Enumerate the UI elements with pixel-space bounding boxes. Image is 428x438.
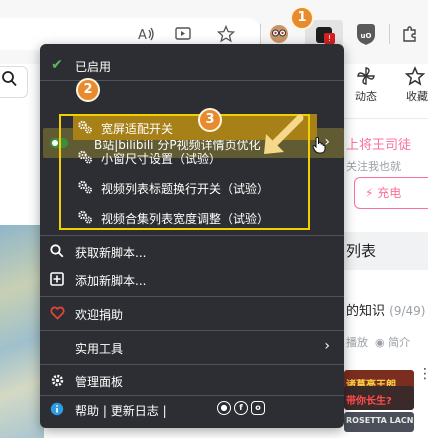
github-icon[interactable]: ● bbox=[217, 401, 231, 415]
intro-label: 简介 bbox=[388, 336, 411, 349]
collection-count: (9/49) bbox=[389, 304, 426, 318]
plus-square-icon bbox=[49, 271, 65, 287]
footer-separator: | bbox=[162, 404, 167, 418]
play-label: 播放 bbox=[346, 336, 368, 349]
uploader-name[interactable]: 上将王司徒 bbox=[346, 134, 411, 153]
more-options-icon[interactable]: ⋮ bbox=[418, 366, 428, 382]
thumbnail-caption: ROSETTA LACN bbox=[346, 416, 414, 425]
dashboard-item[interactable]: 管理面板 bbox=[40, 366, 344, 394]
callout-badge-1: 1 bbox=[290, 6, 314, 30]
changelog-link[interactable]: 更新日志 bbox=[111, 404, 159, 418]
utilities-item[interactable]: 实用工具 › bbox=[40, 333, 344, 361]
chevron-right-icon: › bbox=[324, 338, 330, 354]
avatar-extension-icon[interactable] bbox=[267, 22, 291, 46]
lightning-icon: ⚡ bbox=[365, 186, 374, 200]
thumbnail-caption: 带你长生? bbox=[346, 396, 392, 407]
hand-cursor-icon bbox=[312, 136, 326, 154]
enabled-label: 已启用 bbox=[75, 60, 112, 74]
page-divider bbox=[343, 118, 428, 119]
menu-separator bbox=[40, 235, 344, 236]
collection-meta: 播放 ◉ 简介 bbox=[346, 334, 410, 350]
add-new-script-label: 添加新脚本... bbox=[75, 274, 147, 288]
svg-text:A: A bbox=[138, 28, 147, 42]
charge-button[interactable]: ⚡ 充电 bbox=[354, 177, 428, 209]
footer-separator: | bbox=[102, 404, 107, 418]
instagram-icon[interactable]: o bbox=[251, 401, 265, 415]
donate-item[interactable]: 欢迎捐助 bbox=[40, 299, 344, 327]
nav-dynamic-label[interactable]: 动态 bbox=[355, 88, 377, 104]
toolbar-divider bbox=[260, 24, 261, 44]
heart-icon bbox=[49, 305, 65, 321]
gear-icon bbox=[49, 372, 65, 388]
video-list-title: 列表 bbox=[346, 242, 377, 260]
help-link[interactable]: 帮助 bbox=[75, 404, 99, 418]
footer-links: 帮助 | 更新日志 | bbox=[75, 402, 167, 419]
nav-favorites-label[interactable]: 收藏 bbox=[406, 88, 428, 104]
callout-badge-2: 2 bbox=[76, 78, 100, 102]
svg-text:uO: uO bbox=[361, 32, 372, 40]
menu-separator bbox=[40, 296, 344, 297]
read-aloud-icon[interactable]: A bbox=[135, 22, 159, 46]
enabled-toggle-row[interactable]: ✔ 已启用 bbox=[40, 51, 344, 79]
video-player-image bbox=[0, 225, 44, 438]
menu-separator bbox=[40, 364, 344, 365]
toolbar-divider bbox=[389, 24, 390, 44]
callout-badge-3: 3 bbox=[198, 108, 222, 132]
ublock-icon: uO bbox=[354, 23, 378, 47]
charge-label: 充电 bbox=[377, 186, 402, 200]
extension-puzzle-icon[interactable] bbox=[398, 22, 422, 46]
immersive-reader-icon[interactable] bbox=[172, 22, 196, 46]
dashboard-label: 管理面板 bbox=[75, 375, 124, 389]
collection-title[interactable]: 的知识 (9/49) bbox=[346, 300, 425, 319]
tampermonkey-badge: ! bbox=[324, 33, 335, 44]
social-icons: ● f o bbox=[217, 401, 265, 415]
search-icon[interactable] bbox=[2, 70, 18, 92]
favorite-star-icon[interactable] bbox=[214, 22, 238, 46]
info-icon bbox=[49, 401, 65, 417]
checkmark-icon: ✔ bbox=[51, 57, 63, 73]
annotation-arrow-icon bbox=[264, 114, 304, 154]
menu-separator bbox=[40, 330, 344, 331]
video-thumbnail[interactable]: 带你长生? bbox=[344, 386, 414, 410]
facebook-icon[interactable]: f bbox=[234, 401, 248, 415]
search-icon bbox=[49, 243, 65, 259]
add-new-script-item[interactable]: 添加新脚本... bbox=[40, 265, 344, 293]
uploader-subtitle: 关注我也就 bbox=[346, 160, 401, 173]
get-new-script-label: 获取新脚本... bbox=[75, 246, 147, 260]
get-new-script-item[interactable]: 获取新脚本... bbox=[40, 237, 344, 265]
collection-title-text: 的知识 bbox=[346, 304, 386, 319]
utilities-label: 实用工具 bbox=[75, 342, 124, 356]
video-thumbnail[interactable]: ROSETTA LACN bbox=[344, 412, 414, 432]
eye-icon: ◉ bbox=[371, 336, 385, 349]
donate-label: 欢迎捐助 bbox=[75, 308, 124, 322]
